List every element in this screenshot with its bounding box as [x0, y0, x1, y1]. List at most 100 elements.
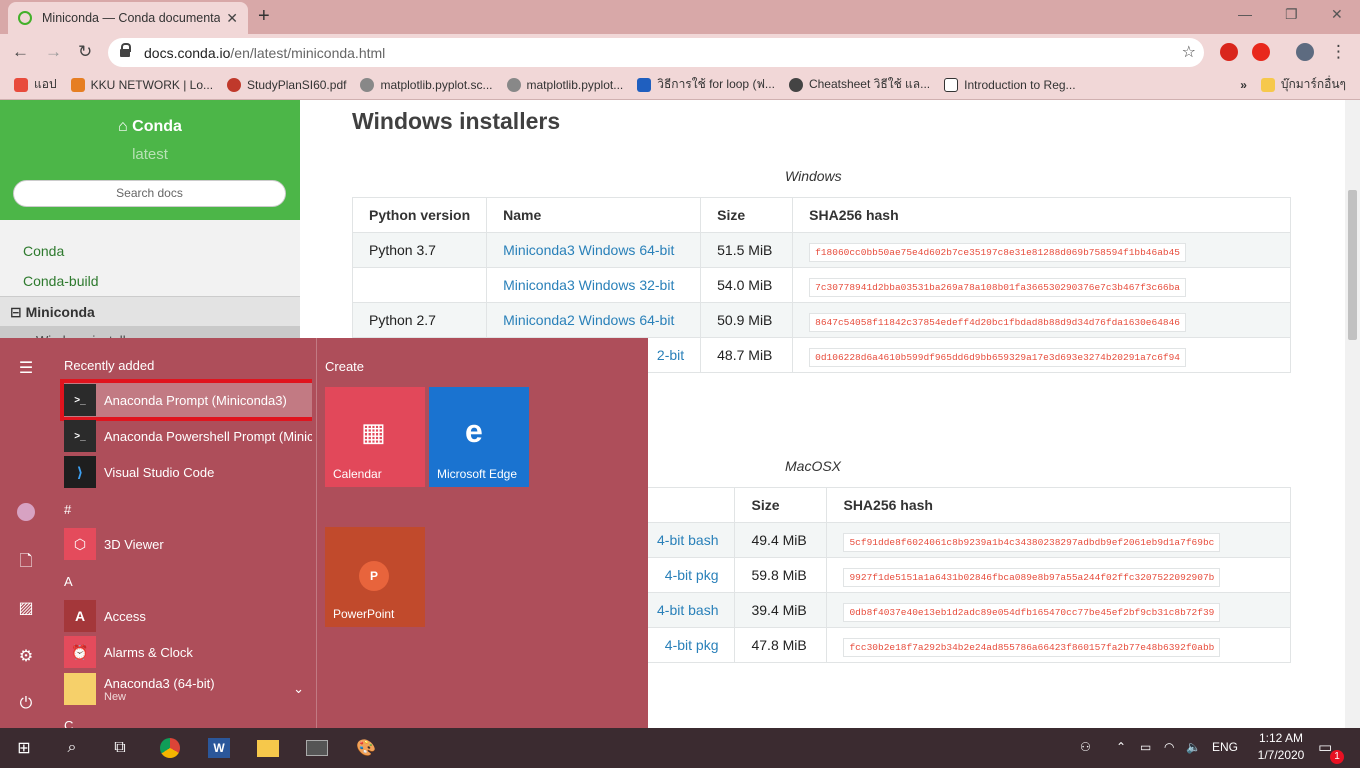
new-tab-button[interactable]: +	[258, 5, 270, 28]
section-letter-a[interactable]: A	[64, 574, 73, 589]
tray-chevron-up-icon[interactable]: ⌃	[1116, 740, 1126, 754]
bookmark-item[interactable]: Introduction to Reg...	[944, 77, 1076, 92]
table-header-row: Python version Name Size SHA256 hash	[351, 197, 1291, 233]
collapse-icon: ⊟	[10, 304, 26, 320]
app-access[interactable]: A Access	[64, 599, 312, 633]
windows-table-caption: Windows	[785, 168, 842, 184]
size-cell: 51.5 MiB	[700, 232, 794, 268]
vscode-icon: ⟩	[64, 456, 96, 488]
bookmark-item[interactable]: matplotlib.pyplot.sc...	[360, 77, 493, 92]
minimize-icon[interactable]: —	[1238, 6, 1252, 22]
menu-icon[interactable]: ⋮	[1330, 42, 1347, 62]
bookmark-favicon-icon	[506, 77, 521, 92]
app-alarms-clock[interactable]: ⏰ Alarms & Clock	[64, 635, 312, 669]
home-icon: ⌂	[118, 118, 133, 135]
installer-link[interactable]: 4-bit bash	[639, 592, 736, 628]
browser-toolbar: ← → ↻ docs.conda.io/en/latest/miniconda.…	[0, 34, 1360, 70]
taskbar: ⊞ ⌕ ⧉ W 🎨 ⚇ ⌃ ▭ ◠ 🔈 ENG 1:12 AM 1/7/2020…	[0, 728, 1360, 768]
paint-icon[interactable]: 🎨	[342, 728, 390, 768]
sidebar-item-miniconda[interactable]: ⊟ Miniconda	[0, 296, 300, 326]
windows-start-icon[interactable]: ⊞	[0, 728, 48, 768]
sidebar-item-conda[interactable]: Conda	[0, 236, 300, 266]
bookmark-item[interactable]: KKU NETWORK | Lo...	[70, 77, 213, 92]
tile-microsoft-edge[interactable]: e Microsoft Edge	[429, 387, 529, 487]
extension-icon[interactable]	[1252, 43, 1270, 61]
hash-code: 0d106228d6a4610b599df965dd6d9bb659329a17…	[809, 348, 1186, 367]
app-label: Visual Studio Code	[104, 464, 215, 480]
bookmark-item[interactable]: matplotlib.pyplot...	[506, 77, 623, 92]
bookmark-favicon-icon	[788, 77, 803, 92]
bookmark-item[interactable]: StudyPlanSI60.pdf	[227, 77, 346, 92]
installer-link[interactable]: 4-bit pkg	[639, 627, 736, 663]
volume-icon[interactable]: 🔈	[1186, 740, 1201, 754]
clock[interactable]: 1:12 AM 1/7/2020	[1254, 731, 1308, 762]
section-letter-hash[interactable]: #	[64, 502, 71, 517]
app-anaconda3-folder[interactable]: Anaconda3 (64-bit) New ⌄	[64, 669, 312, 709]
recently-added-heading: Recently added	[64, 358, 155, 373]
brand-link[interactable]: ⌂ Conda	[0, 118, 300, 136]
close-tab-icon[interactable]: ✕	[226, 10, 238, 27]
page-scrollbar[interactable]	[1345, 100, 1360, 728]
installer-link[interactable]: 4-bit pkg	[639, 557, 736, 593]
python-version-cell	[351, 267, 488, 303]
terminal-icon[interactable]	[293, 728, 341, 768]
app-label: 3D Viewer	[104, 536, 164, 552]
profile-avatar[interactable]	[1296, 43, 1314, 61]
app-visual-studio-code[interactable]: ⟩ Visual Studio Code	[64, 455, 312, 489]
bookmark-apps[interactable]: แอป	[14, 75, 57, 94]
section-letter-c[interactable]: C	[64, 718, 73, 728]
other-bookmarks[interactable]: บุ๊กมาร์กอื่นๆ	[1260, 75, 1346, 94]
installer-link[interactable]: Miniconda3 Windows 64-bit	[486, 232, 702, 268]
user-avatar[interactable]	[17, 503, 35, 521]
page-title: Windows installers	[352, 108, 561, 134]
table-row: Python 3.7 Miniconda3 Windows 64-bit 51.…	[351, 232, 1291, 268]
restore-icon[interactable]: ❐	[1285, 6, 1298, 23]
column-header: SHA256 hash	[792, 197, 1291, 233]
power-icon[interactable]: ⏻	[17, 695, 35, 713]
file-explorer-icon[interactable]	[244, 728, 292, 768]
tile-calendar[interactable]: ▦ Calendar	[325, 387, 425, 487]
close-window-icon[interactable]: ✕	[1331, 6, 1343, 23]
size-cell: 47.8 MiB	[734, 627, 828, 663]
alarm-clock-icon: ⏰	[64, 636, 96, 668]
forward-icon[interactable]: →	[45, 42, 62, 62]
chevron-down-icon[interactable]: ⌄	[293, 681, 304, 697]
reload-icon[interactable]: ↻	[78, 42, 92, 62]
bookmark-star-icon[interactable]: ☆	[1182, 42, 1196, 62]
tile-powerpoint[interactable]: P PowerPoint	[325, 527, 425, 627]
folder-icon	[1260, 77, 1275, 92]
task-view-icon[interactable]: ⧉	[96, 728, 144, 768]
people-icon[interactable]: ⚇	[1080, 740, 1091, 754]
search-input[interactable]: Search docs	[13, 180, 286, 207]
adblock-icon[interactable]	[1220, 43, 1238, 61]
back-icon[interactable]: ←	[12, 42, 29, 62]
bookmark-favicon-icon	[360, 77, 375, 92]
language-indicator[interactable]: ENG	[1212, 740, 1238, 754]
search-icon[interactable]: ⌕	[48, 728, 96, 768]
hamburger-icon[interactable]: ☰	[17, 358, 35, 377]
chrome-icon[interactable]	[146, 728, 194, 768]
settings-gear-icon[interactable]: ⚙	[17, 646, 35, 665]
scrollbar-thumb[interactable]	[1348, 190, 1357, 340]
sidebar-item-conda-build[interactable]: Conda-build	[0, 266, 300, 296]
app-3d-viewer[interactable]: ⬡ 3D Viewer	[64, 527, 312, 561]
app-anaconda-powershell-prompt[interactable]: >_ Anaconda Powershell Prompt (Minic...	[64, 419, 312, 453]
bookmark-item[interactable]: Cheatsheet วิธีใช้ แล...	[788, 75, 930, 94]
app-anaconda-prompt[interactable]: >_ Anaconda Prompt (Miniconda3)	[60, 379, 312, 421]
pictures-icon[interactable]: ▨	[17, 598, 35, 617]
documents-icon[interactable]: 🗋	[17, 550, 35, 570]
bookmark-item[interactable]: วิธีการใช้ for loop (ฟ...	[637, 75, 775, 94]
wifi-icon[interactable]: ◠	[1164, 740, 1174, 754]
browser-tab-bar: Miniconda — Conda documentat ✕ + — ❐ ✕	[0, 0, 1360, 34]
installer-link[interactable]: 4-bit bash	[639, 522, 736, 558]
browser-tab[interactable]: Miniconda — Conda documentat ✕	[8, 2, 248, 34]
installer-link[interactable]: Miniconda3 Windows 32-bit	[486, 267, 702, 303]
access-icon: A	[64, 600, 96, 632]
more-bookmarks-button[interactable]: »	[1240, 78, 1247, 92]
address-bar[interactable]: docs.conda.io/en/latest/miniconda.html ☆	[108, 38, 1204, 67]
installer-link[interactable]: Miniconda2 Windows 64-bit	[486, 302, 702, 338]
word-icon[interactable]: W	[195, 728, 243, 768]
battery-icon[interactable]: ▭	[1140, 740, 1151, 754]
hash-cell: f18060cc0bb50ae75e4d602b7ce35197c8e31e81…	[792, 232, 1291, 268]
tile-label: Calendar	[333, 467, 382, 481]
